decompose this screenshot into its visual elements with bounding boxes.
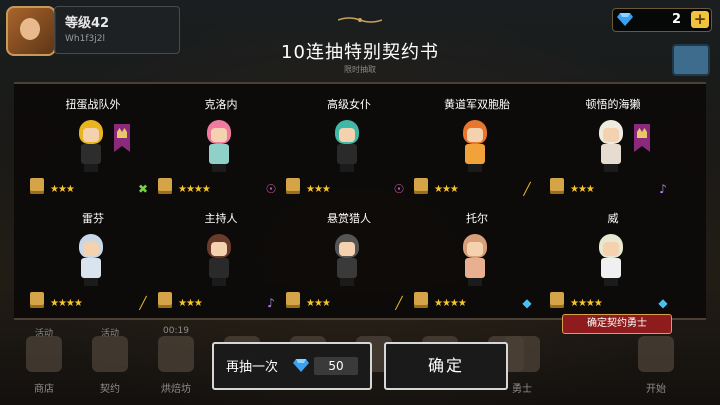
rank-banner-icon (634, 124, 650, 152)
nav-item-label: 商店 (34, 384, 54, 395)
dialog-subtitle: 限时抽取 (344, 65, 376, 74)
weapon-type-icon: ♪ (267, 296, 275, 310)
hero-sprite (455, 234, 495, 286)
hero-stars: ★★★★ (434, 298, 467, 309)
hero-card[interactable]: 威 ★★★★ ◆ (548, 210, 678, 318)
hero-stars: ★★★ (50, 184, 75, 195)
hero-sprite (591, 120, 631, 172)
gem-counter: 2 + (612, 8, 712, 32)
scroll-icon (414, 292, 428, 308)
weapon-type-icon: ✖ (137, 182, 149, 196)
hero-card[interactable]: 高级女仆 ★★★ ☉ (284, 96, 414, 204)
scroll-icon (286, 178, 300, 194)
hero-stars: ★★★★ (50, 298, 83, 309)
hero-card[interactable]: 扭蛋战队外 ★★★ ✖ (28, 96, 158, 204)
hero-stars: ★★★★ (570, 298, 603, 309)
player-level: 等级42 (65, 16, 110, 31)
nav-item-label: 烘焙坊 (161, 384, 191, 395)
nav-item-icon (504, 336, 540, 372)
nav-item[interactable]: 开始 (628, 326, 684, 405)
hero-name: 顿悟的海獭 (585, 98, 641, 111)
hero-sprite (327, 234, 367, 286)
scroll-icon (158, 292, 172, 308)
hero-stars: ★★★ (306, 184, 331, 195)
hero-stars: ★★★★ (178, 184, 211, 195)
title-ornament-icon (338, 17, 382, 23)
scroll-icon (550, 178, 564, 194)
weapon-type-icon: ◆ (658, 296, 668, 310)
weapon-type-icon: ╱ (139, 296, 147, 310)
hero-sprite (327, 120, 367, 172)
nav-item-icon (158, 336, 194, 372)
nav-item-icon (26, 336, 62, 372)
hero-stars: ★★★ (306, 298, 331, 309)
hero-card[interactable]: 悬赏猎人 ★★★ ╱ (284, 210, 414, 318)
weapon-type-icon: ♪ (659, 182, 667, 196)
hero-sprite (71, 120, 111, 172)
nav-item[interactable]: 00:19 烘焙坊 (148, 326, 204, 405)
add-gems-button[interactable]: + (691, 11, 709, 28)
redraw-label: 再抽一次 (226, 360, 279, 375)
nav-item-label: 契约 (100, 384, 120, 395)
hero-card[interactable]: 雷芬 ★★★★ ╱ (28, 210, 158, 318)
hero-stars: ★★★ (434, 184, 459, 195)
dialog-title: 10连抽特别契约书 (281, 42, 439, 63)
hero-name: 托尔 (466, 212, 488, 225)
confirm-heroes-badge: 确定契约勇士 (562, 314, 672, 334)
hero-name: 黄道军双胞胎 (444, 98, 510, 111)
nav-item-icon (638, 336, 674, 372)
hero-stars: ★★★ (570, 184, 595, 195)
hero-name: 高级女仆 (327, 98, 371, 111)
gem-icon (617, 13, 633, 26)
hero-card[interactable]: 托尔 ★★★★ ◆ (412, 210, 542, 318)
hero-sprite (199, 120, 239, 172)
hero-card[interactable]: 黄道军双胞胎 ★★★ ╱ (412, 96, 542, 204)
scroll-icon (414, 178, 428, 194)
nav-item[interactable]: 活动 商店 (16, 326, 72, 405)
rank-banner-icon (114, 124, 130, 152)
redraw-button[interactable]: 再抽一次 50 (212, 342, 372, 390)
hero-sprite (71, 234, 111, 286)
nav-item[interactable]: 活动 契约 (82, 326, 138, 405)
hero-name: 克洛内 (204, 98, 238, 111)
hero-name: 主持人 (204, 212, 238, 225)
nav-item-top-label: 00:19 (163, 326, 189, 336)
weapon-type-icon: ☉ (265, 182, 277, 196)
hero-stars: ★★★ (178, 298, 203, 309)
gem-icon (293, 359, 309, 372)
nav-item-label: 开始 (646, 384, 666, 395)
scroll-icon (158, 178, 172, 194)
hero-name: 扭蛋战队外 (65, 98, 121, 111)
gem-count: 2 (671, 12, 681, 27)
confirm-button[interactable]: 确定 (384, 342, 508, 390)
hero-sprite (455, 120, 495, 172)
hero-sprite (591, 234, 631, 286)
redraw-cost: 50 (314, 357, 358, 375)
hero-name: 威 (607, 212, 619, 225)
hero-results-panel: 扭蛋战队外 ★★★ ✖ 克洛内 ★★★★ ☉ 高级女仆 ★★★ ☉ 黄道军双胞胎 ★★★ ╱ 顿悟的海獭… (14, 82, 706, 320)
hero-name: 悬赏猎人 (327, 212, 371, 225)
scroll-icon (30, 292, 44, 308)
weapon-type-icon: ◆ (522, 296, 532, 310)
weapon-type-icon: ╱ (523, 182, 531, 196)
hero-card[interactable]: 顿悟的海獭 ★★★ ♪ (548, 96, 678, 204)
scroll-icon (286, 292, 300, 308)
hero-sprite (199, 234, 239, 286)
scroll-icon (30, 178, 44, 194)
hero-name: 雷芬 (82, 212, 104, 225)
weapon-type-icon: ☉ (393, 182, 405, 196)
hero-card[interactable]: 克洛内 ★★★★ ☉ (156, 96, 286, 204)
hero-card[interactable]: 主持人 ★★★ ♪ (156, 210, 286, 318)
weapon-type-icon: ╱ (395, 296, 403, 310)
nav-item-icon (92, 336, 128, 372)
scroll-icon (550, 292, 564, 308)
